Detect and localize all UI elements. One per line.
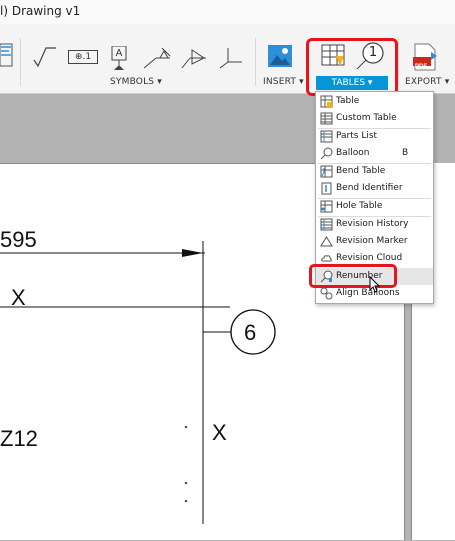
text-icon[interactable] bbox=[0, 43, 16, 67]
menu-item-table[interactable]: Table bbox=[316, 93, 433, 110]
bend-table-icon bbox=[320, 165, 333, 178]
surface-texture-icon[interactable] bbox=[32, 46, 58, 70]
balloon-icon bbox=[320, 147, 333, 160]
menu-item-hole-table[interactable]: Hole Table bbox=[316, 198, 433, 215]
window-title: l) Drawing v1 bbox=[0, 4, 81, 18]
tables-group-highlight bbox=[306, 38, 398, 96]
edge-symbol-icon[interactable] bbox=[180, 46, 208, 70]
export-group-label[interactable]: EXPORT ▾ bbox=[405, 77, 449, 87]
renumber-highlight bbox=[309, 264, 397, 288]
table-icon bbox=[320, 95, 333, 108]
menu-item-bend-table[interactable]: Bend Table bbox=[316, 163, 433, 180]
align-balloons-icon bbox=[320, 287, 333, 300]
menu-item-revision-marker[interactable]: Revision Marker bbox=[316, 233, 433, 250]
balloon-shortcut: B bbox=[402, 148, 409, 158]
title-bar: l) Drawing v1 bbox=[0, 0, 455, 24]
menu-item-parts-list[interactable]: Parts List bbox=[316, 128, 433, 145]
feature-control-frame-icon[interactable]: ⊕.1 bbox=[68, 50, 98, 64]
menu-item-revision-history[interactable]: Revision History bbox=[316, 216, 433, 233]
mouse-cursor-icon bbox=[369, 276, 381, 293]
custom-table-icon bbox=[320, 112, 333, 125]
x-label-top: X bbox=[11, 285, 26, 310]
menu-item-bend-identifier[interactable]: Bend Identifier bbox=[316, 180, 433, 197]
revision-history-icon bbox=[320, 218, 333, 231]
balloon-number: 6 bbox=[244, 320, 257, 345]
datum-letter: A bbox=[115, 48, 123, 59]
symbols-group-label[interactable]: SYMBOLS ▾ bbox=[110, 77, 162, 87]
insert-group-label[interactable]: INSERT ▾ bbox=[263, 77, 304, 87]
z-label: Z12 bbox=[0, 426, 38, 451]
dimension-value: 595 bbox=[0, 227, 37, 252]
taper-slope-icon[interactable] bbox=[218, 46, 244, 70]
menu-item-custom-table[interactable]: Custom Table bbox=[316, 110, 433, 127]
revision-marker-icon bbox=[320, 236, 333, 247]
insert-image-icon[interactable] bbox=[266, 42, 294, 70]
weld-symbol-icon[interactable] bbox=[142, 46, 172, 70]
menu-item-balloon[interactable]: Balloon B bbox=[316, 145, 433, 162]
hole-table-icon bbox=[320, 200, 333, 213]
pdf-label: PDF bbox=[415, 64, 427, 70]
parts-list-icon bbox=[320, 130, 333, 143]
x-label-right: X bbox=[212, 420, 227, 445]
bend-identifier-icon bbox=[321, 182, 332, 195]
